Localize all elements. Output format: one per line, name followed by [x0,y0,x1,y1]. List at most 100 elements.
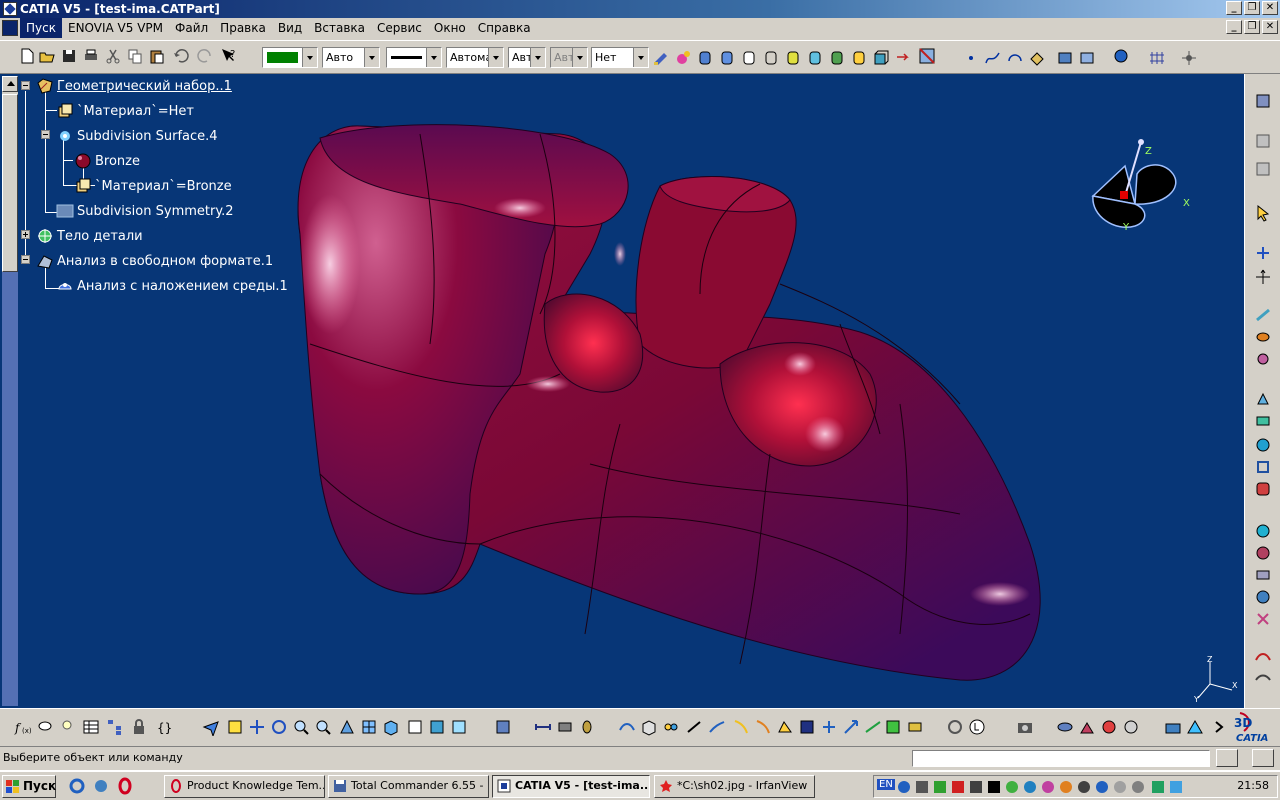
tree-item-freeform-analysis[interactable]: Анализ в свободном формате.1 [36,251,273,271]
compass[interactable]: Z X Y [1085,136,1195,246]
cutting-plane-icon[interactable] [820,718,838,736]
material-icon[interactable] [1254,544,1272,562]
chevron-down-icon[interactable] [364,48,379,67]
curvature-icon[interactable] [906,718,924,736]
arc-icon[interactable] [1006,49,1024,67]
shading-material-icon[interactable] [828,49,846,67]
tree-item-subdivision-symmetry[interactable]: Subdivision Symmetry.2 [56,201,234,221]
dynamic-hidden-icon[interactable] [806,49,824,67]
point-icon[interactable] [962,49,980,67]
line-type-combo[interactable]: Авт [508,47,546,68]
tree-item-material-none[interactable]: `Материал`=Нет [56,101,194,121]
start-button[interactable]: Пуск [2,775,56,798]
arrow-analysis-icon[interactable] [842,718,860,736]
tree-item-material-bronze[interactable]: `Материал`=Bronze [74,176,232,196]
chevron-down-icon[interactable] [426,48,441,67]
shading-edges-icon[interactable] [718,49,736,67]
square-icon[interactable] [1254,458,1272,476]
custom-view-icon[interactable] [850,49,868,67]
transparency-combo[interactable]: Авто [322,47,380,68]
command-input[interactable] [912,750,1210,767]
menu-view[interactable]: Вид [272,18,308,38]
reflect-line-icon[interactable] [754,718,772,736]
light-bulb-icon[interactable] [58,718,76,736]
scroll-up-arrow-icon[interactable] [2,76,18,92]
desktop-icon[interactable] [92,777,110,795]
doc-minimize-button[interactable]: _ [1226,20,1242,34]
hidden-edges-icon[interactable] [784,49,802,67]
surface-editor-icon[interactable] [1254,92,1272,110]
texture-icon[interactable] [1254,566,1272,584]
measure-icon[interactable] [534,718,552,736]
wireframe-icon[interactable] [762,49,780,67]
redo-icon[interactable] [196,47,214,65]
inertia-icon[interactable] [578,718,596,736]
tree-scrollbar[interactable] [2,76,18,706]
save-icon[interactable] [60,47,78,65]
multi-view-icon[interactable] [360,718,378,736]
collapse-toggle[interactable] [41,130,50,139]
subdivision-part-render[interactable] [0,74,1244,708]
painter-icon[interactable] [652,49,670,67]
offset-icon[interactable] [1254,412,1272,430]
globe-icon[interactable] [1254,522,1272,540]
document-icon[interactable] [2,20,18,36]
new-file-icon[interactable] [18,47,36,65]
cut-icon[interactable] [104,47,122,65]
3d-viewport[interactable] [0,74,1244,708]
spline-icon[interactable] [984,49,1002,67]
hide-show-icon[interactable] [894,49,912,67]
cursor-icon[interactable] [968,718,986,736]
distance-analysis-icon[interactable] [686,718,704,736]
connect-icon[interactable] [662,718,680,736]
task-total-commander[interactable]: Total Commander 6.55 - ... [328,775,489,798]
box-view-icon[interactable] [872,49,890,67]
render-style-icon[interactable] [428,718,446,736]
formula-icon[interactable]: f (x) [14,718,32,736]
curve-edit-icon[interactable] [1254,670,1272,688]
restore-button[interactable]: ❐ [1244,1,1260,15]
rotate-icon[interactable] [270,718,288,736]
command-list-button[interactable] [1216,749,1238,767]
grid-icon[interactable] [1148,49,1166,67]
layer-combo[interactable]: Нет [591,47,649,68]
isophote-icon[interactable] [798,718,816,736]
hierarchy-icon[interactable] [106,718,124,736]
menu-edit[interactable]: Правка [214,18,272,38]
task-catia[interactable]: CATIA V5 - [test-ima... [492,775,650,798]
chevron-down-icon[interactable] [633,48,648,67]
tree-item-geometrical-set[interactable]: Геометрический набор..1 [36,76,232,96]
view-mode-icon[interactable] [406,718,424,736]
database-icon[interactable] [1254,160,1272,178]
fill-color-combo[interactable] [262,47,318,68]
normal-view-icon[interactable] [338,718,356,736]
sketch-icon[interactable] [1028,49,1046,67]
table-icon[interactable] [82,718,100,736]
undo-icon[interactable] [172,47,190,65]
shading-icon[interactable] [740,49,758,67]
render-mode-icon[interactable] [696,49,714,67]
tree-item-part-body[interactable]: Тело детали [36,226,143,246]
draft-analysis-icon[interactable] [776,718,794,736]
zoom-in-icon[interactable] [292,718,310,736]
menu-help[interactable]: Справка [472,18,537,38]
chevron-down-icon[interactable] [530,48,545,67]
lock-icon[interactable] [130,718,148,736]
scroll-track[interactable] [2,272,18,706]
chevron-down-icon[interactable] [302,48,317,67]
highlight-line-icon[interactable] [732,718,750,736]
print-icon[interactable] [82,47,100,65]
extrude-icon[interactable] [1254,390,1272,408]
fly-mode-icon[interactable] [202,718,220,736]
stop-button[interactable] [1252,749,1274,767]
whats-this-help-icon[interactable]: ? [220,47,238,65]
analysis-icon[interactable] [1112,47,1130,65]
scroll-right-icon[interactable] [1210,718,1228,736]
zoom-out-icon[interactable] [314,718,332,736]
turntable-icon[interactable] [1100,718,1118,736]
tray-icons[interactable] [896,779,1196,795]
deform-icon[interactable] [1254,306,1272,324]
surface-analysis-icon[interactable] [640,718,658,736]
expand-toggle[interactable] [21,230,30,239]
swap-visible-icon[interactable] [918,47,936,65]
